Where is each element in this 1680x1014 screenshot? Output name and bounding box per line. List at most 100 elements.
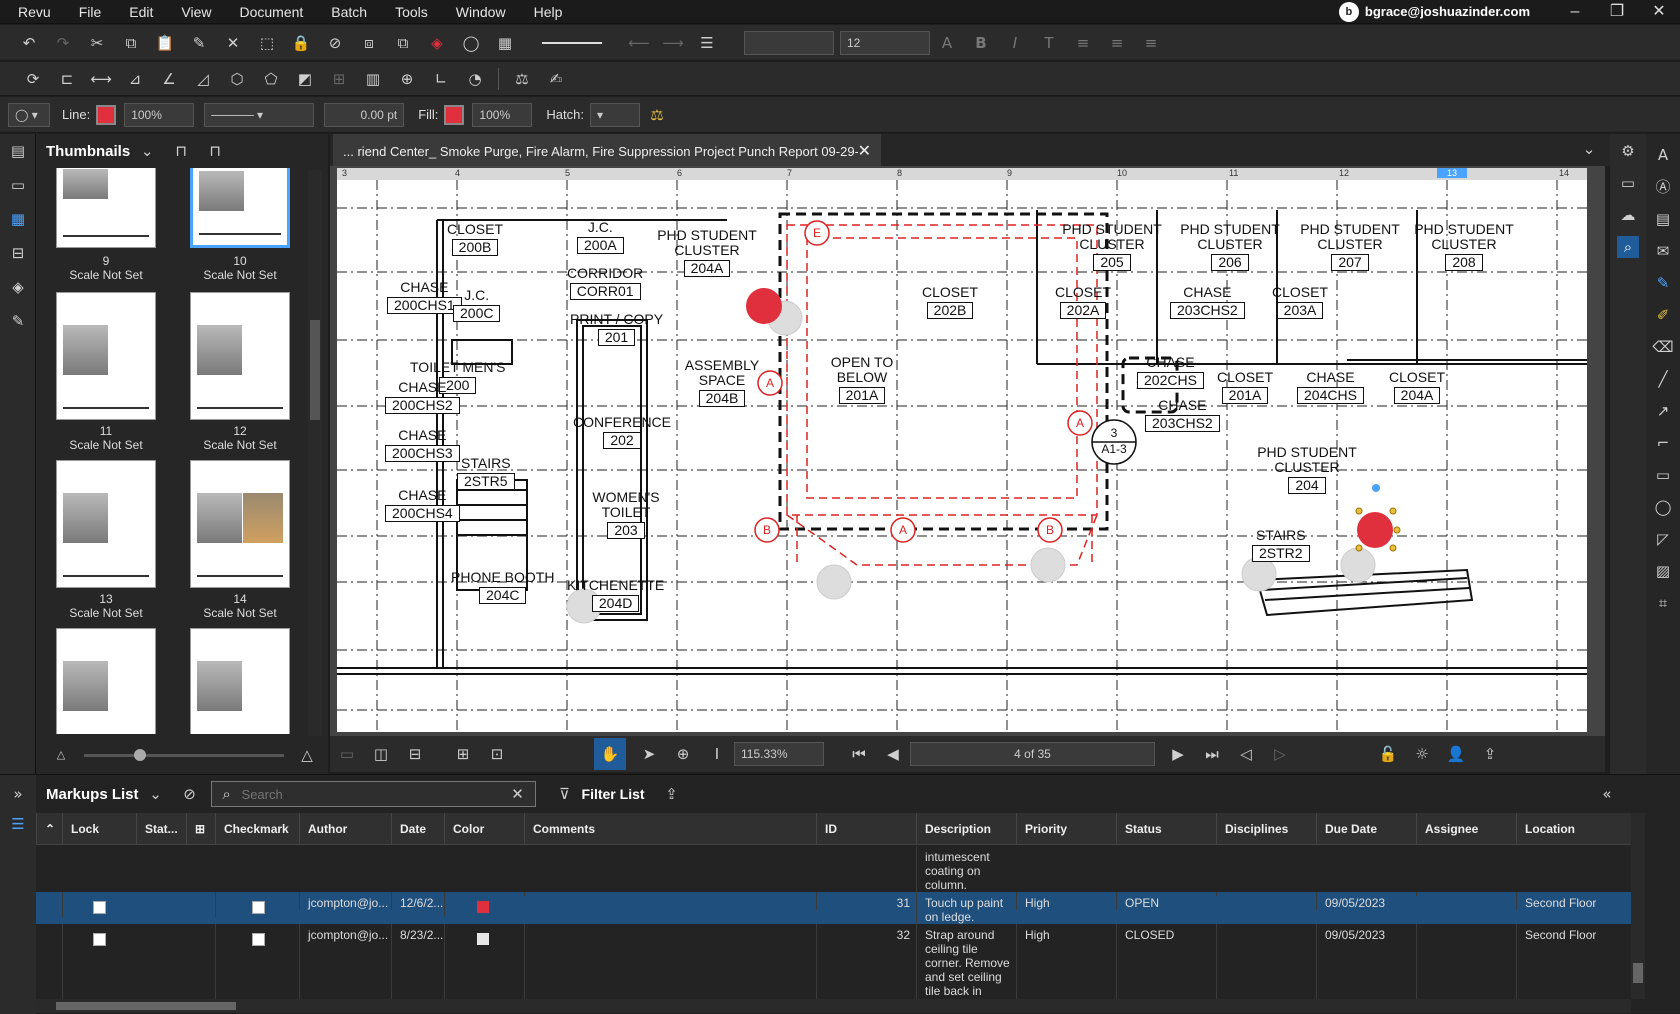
filter-list-button[interactable]: Filter List — [582, 786, 645, 802]
menu-document[interactable]: Document — [225, 0, 317, 24]
table-row-selected[interactable]: jcompton@jo... 12/6/2... 31 Touch up pai… — [36, 892, 1631, 924]
expand-icon[interactable]: » — [7, 783, 29, 805]
lock-icon[interactable]: 🔒 — [290, 32, 312, 54]
next-view-icon[interactable]: ▷ — [1269, 743, 1291, 765]
select-area-icon[interactable]: ⬚ — [256, 32, 278, 54]
thumb-size-icon[interactable]: ⊓ — [170, 140, 192, 162]
line-width-input[interactable]: 0.00 pt — [324, 102, 405, 127]
paste-icon[interactable]: 📋 — [154, 32, 176, 54]
markups-list-icon[interactable]: ☰ — [7, 813, 29, 835]
layers-panel-icon[interactable]: ◈ — [7, 276, 29, 298]
table-row[interactable]: jcompton@jo... 8/23/2... 32 Strap around… — [36, 924, 1631, 999]
hatch-pattern-icon[interactable]: ▦ — [494, 32, 516, 54]
table-row[interactable]: intumescent coating on column. — [36, 846, 1631, 892]
previous-page-icon[interactable]: ◀ — [882, 743, 904, 765]
menu-batch[interactable]: Batch — [317, 0, 381, 24]
font-size-select[interactable]: 12 — [840, 30, 930, 55]
angle-icon[interactable]: ∠ — [158, 68, 180, 90]
eraser-icon[interactable]: ⌫ — [1652, 336, 1674, 358]
menu-help[interactable]: Help — [520, 0, 577, 24]
diameter-icon[interactable]: ⊕ — [396, 68, 418, 90]
minimize-icon[interactable]: – — [1554, 0, 1596, 24]
fit-page-icon[interactable]: ⊞ — [452, 743, 474, 765]
font-family-select[interactable] — [744, 30, 834, 55]
markups-horizontal-scrollbar[interactable] — [36, 999, 1631, 1013]
copy-icon[interactable]: ⧉ — [120, 32, 142, 54]
menu-edit[interactable]: Edit — [115, 0, 167, 24]
close-window-icon[interactable]: ✕ — [1638, 0, 1680, 24]
markups-search-input[interactable] — [241, 786, 502, 802]
col-description[interactable]: Description — [916, 813, 1016, 845]
sign-icon[interactable]: ✍ — [545, 68, 567, 90]
rectangle-tool-icon[interactable]: ▭ — [1652, 464, 1674, 486]
col-status[interactable]: Status — [1116, 813, 1216, 845]
send-back-icon[interactable]: ⧈ — [358, 32, 380, 54]
col-id[interactable]: ID — [816, 813, 916, 845]
restore-icon[interactable]: ❐ — [1596, 0, 1638, 24]
bold-icon[interactable]: B — [970, 32, 992, 54]
align-center-icon[interactable]: ≡ — [1106, 32, 1128, 54]
font-color-icon[interactable]: A — [936, 32, 958, 54]
single-page-icon[interactable]: ▭ — [336, 743, 358, 765]
thumb-options-icon[interactable]: ⊓ — [204, 140, 226, 162]
line-style-preview[interactable] — [542, 41, 602, 44]
cut-icon[interactable]: ✂ — [86, 32, 108, 54]
perimeter-icon[interactable]: ⬠ — [260, 68, 282, 90]
area-icon[interactable]: ◿ — [192, 68, 214, 90]
text-box-icon[interactable]: A — [1652, 144, 1674, 166]
search-panel-icon[interactable]: ⌕ — [1617, 236, 1639, 258]
menu-view[interactable]: View — [167, 0, 225, 24]
page-number-input[interactable]: 4 of 35 — [910, 742, 1155, 766]
file-access-icon[interactable]: ▤ — [7, 140, 29, 162]
split-horizontal-icon[interactable]: ⊟ — [404, 743, 426, 765]
pen-icon[interactable]: ✎ — [1652, 272, 1674, 294]
thumbnail-page-9[interactable] — [56, 168, 156, 248]
row-checkmark-checkbox[interactable] — [215, 892, 299, 917]
line-weight-icon[interactable]: ☰ — [696, 32, 718, 54]
close-tab-icon[interactable]: ✕ — [858, 141, 871, 161]
menu-file[interactable]: File — [65, 0, 116, 24]
zoom-select[interactable]: 115.33% — [734, 742, 824, 766]
tab-list-chevron-icon[interactable]: ⌄ — [1578, 138, 1600, 160]
thumbnail-page-16[interactable] — [190, 628, 290, 734]
menu-tools[interactable]: Tools — [381, 0, 442, 24]
export-icon[interactable]: ⇪ — [661, 783, 683, 805]
arrow-tool-icon[interactable]: ↗ — [1652, 400, 1674, 422]
thumbnail-page-10[interactable] — [190, 168, 290, 248]
next-page-icon[interactable]: ▶ — [1167, 743, 1189, 765]
settings-gear-icon[interactable]: ⚙ — [1617, 140, 1639, 162]
menu-revu[interactable]: Revu — [4, 0, 65, 24]
markups-search[interactable]: ⌕ ✕ — [210, 781, 536, 807]
callout-icon[interactable]: ✉ — [1652, 240, 1674, 262]
redo-icon[interactable]: ↷ — [52, 32, 74, 54]
col-checkmark[interactable]: Checkmark — [215, 813, 299, 845]
arc-icon[interactable]: ◔ — [464, 68, 486, 90]
filter-icon[interactable]: ⊽ — [554, 783, 576, 805]
col-priority[interactable]: Priority — [1016, 813, 1116, 845]
typewriter-icon[interactable]: Ⓐ — [1652, 176, 1674, 198]
col-author[interactable]: Author — [299, 813, 391, 845]
col-assignee[interactable]: Assignee — [1416, 813, 1516, 845]
user-settings-icon[interactable]: 👤 — [1445, 743, 1467, 765]
fill-color-swatch[interactable] — [444, 104, 465, 125]
layers-icon[interactable]: ⊘ — [324, 32, 346, 54]
shape-select[interactable]: ◯ ▾ — [8, 102, 50, 127]
col-disciplines[interactable]: Disciplines — [1216, 813, 1316, 845]
collapse-panel-icon[interactable]: « — [1596, 783, 1618, 805]
thumbnails-icon[interactable]: ▦ — [7, 208, 29, 230]
delete-icon[interactable]: ✕ — [222, 32, 244, 54]
cutout-icon[interactable]: ◩ — [294, 68, 316, 90]
bring-front-icon[interactable]: ⧉ — [392, 32, 414, 54]
col-location[interactable]: Location — [1516, 813, 1631, 845]
thumbnail-page-14[interactable] — [190, 460, 290, 588]
strikethrough-icon[interactable]: T — [1038, 32, 1060, 54]
sort-indicator-icon[interactable]: ⌃ — [36, 813, 62, 845]
radius-icon[interactable]: ∟ — [430, 68, 452, 90]
bookmarks-icon[interactable]: ▭ — [7, 174, 29, 196]
previous-view-icon[interactable]: ◁ — [1235, 743, 1257, 765]
line-color-swatch[interactable] — [96, 104, 117, 125]
pan-icon[interactable]: ✋ — [594, 738, 626, 770]
zoom-icon[interactable]: ⊕ — [672, 743, 694, 765]
calibrate-icon[interactable]: ⚖ — [511, 68, 533, 90]
polygon-tool-icon[interactable]: ◸ — [1652, 528, 1674, 550]
